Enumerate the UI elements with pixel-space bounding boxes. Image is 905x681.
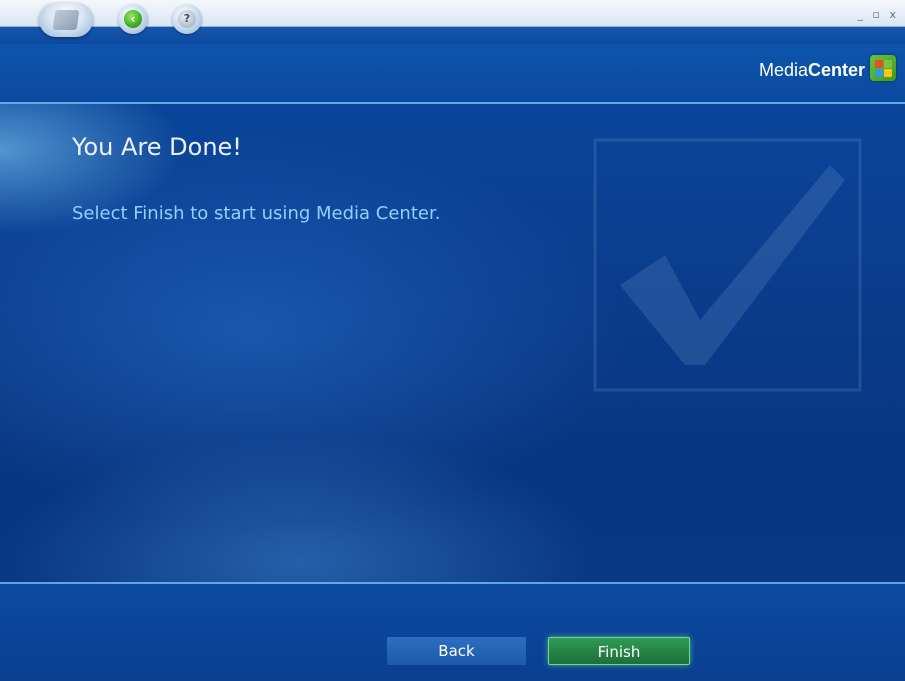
top-toolbar: ‹ ? _ ▫ x <box>0 0 905 44</box>
start-button[interactable] <box>39 3 93 37</box>
media-center-window: ‹ ? _ ▫ x MediaCenter You Are Done! Sele… <box>0 0 905 681</box>
brand-media: Media <box>758 60 808 80</box>
finish-button[interactable]: Finish <box>548 637 690 665</box>
header-band: MediaCenter <box>0 44 905 104</box>
checkmark-icon <box>593 138 862 392</box>
help-icon: ? <box>178 10 196 28</box>
help-button[interactable]: ? <box>172 4 202 34</box>
windows-flag-icon <box>52 10 80 30</box>
page-title: You Are Done! <box>72 133 242 161</box>
instruction-text: Select Finish to start using Media Cente… <box>72 203 441 224</box>
back-arrow-icon: ‹ <box>124 10 142 28</box>
windows-logo-icon <box>870 55 896 81</box>
media-center-brand: MediaCenter <box>759 60 865 81</box>
window-controls[interactable]: _ ▫ x <box>858 8 899 21</box>
brand-center: Center <box>807 60 865 80</box>
back-nav-button[interactable]: ‹ <box>118 4 148 34</box>
back-button[interactable]: Back <box>387 637 526 665</box>
bottom-band <box>0 584 905 681</box>
